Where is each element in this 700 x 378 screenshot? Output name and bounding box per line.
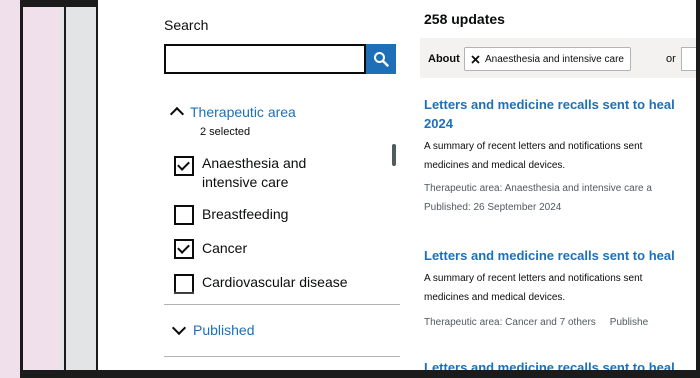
search-input[interactable] — [164, 44, 366, 74]
therapeutic-area-title: Therapeutic area — [190, 104, 296, 120]
result-title-link[interactable]: Letters and medicine recalls sent to hea… — [424, 95, 675, 133]
close-icon — [471, 54, 480, 64]
bottom-border — [22, 370, 700, 378]
option-label-anaesthesia: Anaesthesia and intensive care — [202, 155, 307, 190]
or-label: or — [666, 53, 676, 65]
chevron-up-icon — [169, 106, 185, 122]
published-toggle[interactable]: Published — [171, 320, 255, 338]
checkbox-cancer[interactable] — [174, 239, 194, 259]
filter-divider — [164, 304, 400, 305]
result-meta: Therapeutic area: Anaesthesia and intens… — [424, 183, 652, 213]
left-edge-background — [0, 0, 60, 378]
published-title: Published — [193, 322, 255, 338]
search-label: Search — [164, 17, 209, 33]
about-label: About — [428, 53, 460, 65]
active-filter-chip[interactable]: Anaesthesia and intensive care — [464, 47, 631, 71]
checkbox-anaesthesia[interactable] — [174, 156, 194, 176]
selected-count: 2 selected — [200, 126, 251, 138]
result-description: A summary of recent letters and notifica… — [424, 141, 643, 171]
option-label-cancer: Cancer — [202, 240, 248, 256]
result-title-link[interactable]: Letters and medicine recalls sent to hea… — [424, 246, 675, 265]
left-border-line — [20, 0, 23, 378]
filter-divider-bottom — [164, 356, 400, 357]
page-content: Search Therapeutic area 2 selected Anaes… — [98, 0, 700, 378]
search-button[interactable] — [366, 44, 396, 74]
search-icon — [374, 52, 389, 67]
option-label-breastfeeding: Breastfeeding — [202, 206, 289, 222]
chip-label: Anaesthesia and intensive care — [485, 53, 624, 65]
list-fade-overlay — [164, 290, 400, 304]
gutter-line — [64, 0, 66, 378]
result-description: A summary of recent letters and notifica… — [424, 273, 643, 303]
result-meta: Therapeutic area: Cancer and 7 others Pub… — [424, 317, 649, 328]
checkbox-breastfeeding[interactable] — [174, 205, 194, 225]
therapeutic-area-toggle[interactable]: Therapeutic area — [169, 104, 296, 122]
chevron-down-icon — [171, 320, 187, 336]
filter-scrollbar[interactable] — [392, 144, 396, 166]
right-border-line — [696, 0, 700, 378]
results-count: 258 updates — [424, 11, 505, 27]
